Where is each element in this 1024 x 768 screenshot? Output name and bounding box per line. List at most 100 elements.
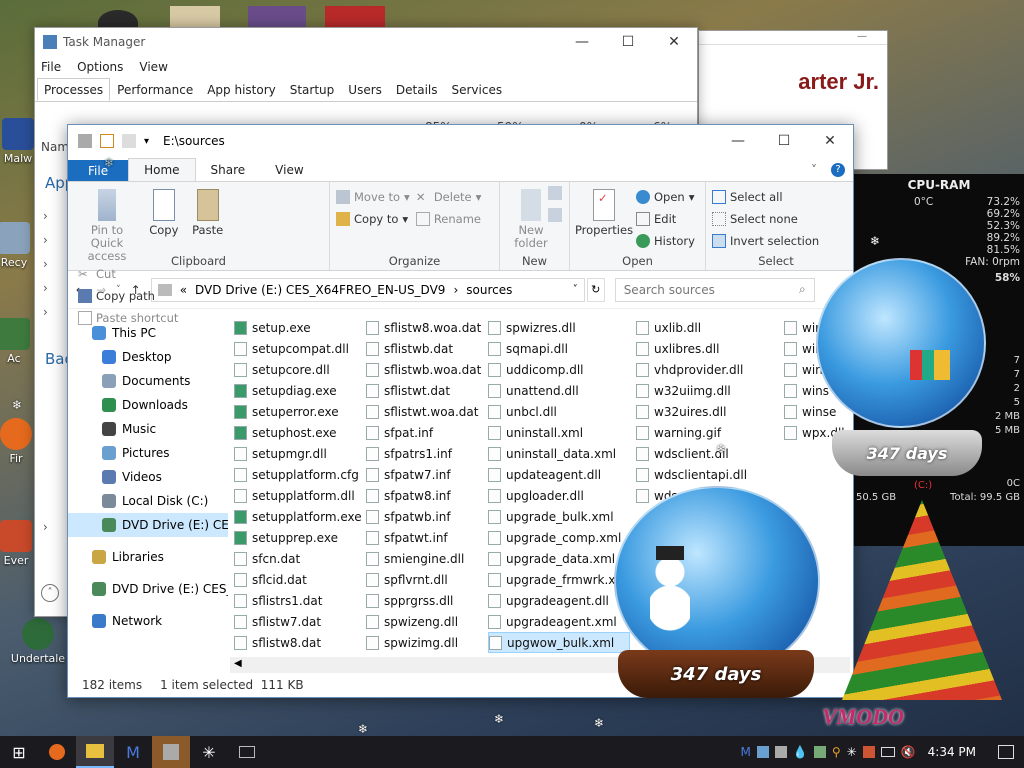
snowflake-icon[interactable]: ✳ (190, 736, 228, 768)
explorer-titlebar[interactable]: ▾ E:\sources — ☐ ✕ (68, 125, 853, 157)
file-item[interactable]: upgradeagent.dll (488, 590, 630, 611)
notifications-icon[interactable] (998, 745, 1014, 759)
menu-options[interactable]: Options (77, 60, 123, 74)
close-button[interactable]: ✕ (807, 125, 853, 157)
tab-home[interactable]: Home (128, 158, 196, 181)
nav-item-videos[interactable]: Videos (68, 465, 228, 489)
help-icon[interactable]: ? (823, 157, 853, 181)
expand-chevron-low[interactable]: › (43, 520, 48, 534)
file-item[interactable]: setupplatform.exe (234, 506, 362, 527)
menu-view[interactable]: View (139, 60, 167, 74)
file-item[interactable]: uddicomp.dll (488, 359, 630, 380)
gadget-app-icon[interactable] (152, 736, 190, 768)
file-item[interactable]: upgrade_frmwrk.xml (488, 569, 630, 590)
tray-app-icon[interactable] (813, 746, 826, 758)
search-tray-icon[interactable]: ⚲ (832, 745, 841, 759)
address-dropdown-icon[interactable]: ˅ (573, 284, 578, 295)
file-item[interactable]: upgrade_comp.xml (488, 527, 630, 548)
tab-app-history[interactable]: App history (200, 78, 283, 101)
history-button[interactable]: History (636, 230, 695, 252)
file-item[interactable]: sfpatw8.inf (366, 485, 481, 506)
file-item[interactable]: uninstall_data.xml (488, 443, 630, 464)
fewer-details-icon[interactable]: ˄ (41, 584, 59, 602)
move-to-button[interactable]: Move to ▾ (336, 186, 410, 208)
file-item[interactable]: upgrade_bulk.xml (488, 506, 630, 527)
file-item[interactable]: sflistw8.dat (234, 632, 362, 653)
tab-details[interactable]: Details (389, 78, 445, 101)
file-item[interactable]: sflistwt.woa.dat (366, 401, 481, 422)
windows-start-icon[interactable]: ⊞ (0, 736, 38, 768)
file-item[interactable]: smiengine.dll (366, 548, 481, 569)
bg-window-minimize[interactable]: — (699, 31, 887, 45)
select-all-button[interactable]: Select all (712, 186, 840, 208)
file-item[interactable]: sfpat.inf (366, 422, 481, 443)
tray-app-icon[interactable] (756, 746, 769, 758)
qa-dropdown-icon[interactable]: ▾ (144, 136, 149, 147)
breadcrumb-sources[interactable]: sources (466, 283, 512, 297)
tray-app-icon[interactable] (862, 746, 875, 758)
close-button[interactable]: ✕ (651, 28, 697, 56)
file-item[interactable]: sflistw8.woa.dat (366, 317, 481, 338)
tab-processes[interactable]: Processes (37, 78, 111, 101)
copy-button[interactable]: Copy (144, 186, 184, 237)
breadcrumb-drive[interactable]: DVD Drive (E:) CES_X64FREO_EN-US_DV9 (195, 283, 445, 297)
file-item[interactable]: sflcid.dat (234, 569, 362, 590)
nav-item-music[interactable]: Music (68, 417, 228, 441)
tab-share[interactable]: Share (196, 159, 261, 181)
file-item[interactable]: sfpatw7.inf (366, 464, 481, 485)
file-item[interactable]: setuperror.exe (234, 401, 362, 422)
copy-path-button[interactable]: Copy path (78, 285, 178, 307)
file-item[interactable]: winse (784, 401, 845, 422)
desktop-icon-undertale[interactable]: Undertale (8, 618, 68, 665)
file-item[interactable]: uninstall.xml (488, 422, 630, 443)
menu-file[interactable]: File (41, 60, 61, 74)
file-explorer-icon[interactable] (76, 736, 114, 768)
nav-item-pictures[interactable]: Pictures (68, 441, 228, 465)
nav-item-dvd-drive-e-ces-x6[interactable]: DVD Drive (E:) CES_X6 (68, 577, 228, 601)
open-button[interactable]: Open ▾ (636, 186, 695, 208)
file-item[interactable]: setupmgr.dll (234, 443, 362, 464)
new-folder-qa-icon[interactable] (122, 134, 136, 148)
file-item[interactable]: setupcore.dll (234, 359, 362, 380)
top-app-icon-4[interactable] (325, 6, 385, 28)
firefox-icon[interactable] (38, 736, 76, 768)
paste-button[interactable]: Paste (188, 186, 228, 237)
file-item[interactable]: upgwow_bulk.xml (488, 632, 631, 653)
minimize-button[interactable]: — (715, 125, 761, 157)
file-item[interactable]: sfcn.dat (234, 548, 362, 569)
delete-button[interactable]: ✕ Delete ▾ (416, 186, 482, 208)
file-item[interactable]: sflistrs1.dat (234, 590, 362, 611)
easy-access-icon[interactable] (548, 208, 562, 222)
new-item-icon[interactable] (548, 186, 562, 200)
search-box[interactable]: Search sources ⌕ (614, 277, 815, 302)
rename-button[interactable]: Rename (415, 208, 482, 230)
properties-qa-icon[interactable] (100, 134, 114, 148)
maximize-button[interactable]: ☐ (605, 28, 651, 56)
pin-quick-access-button[interactable]: Pin to Quick access (74, 186, 140, 263)
file-item[interactable]: updateagent.dll (488, 464, 630, 485)
file-item[interactable]: sfpatrs1.inf (366, 443, 481, 464)
minimize-button[interactable]: — (559, 28, 605, 56)
task-manager-titlebar[interactable]: Task Manager — ☐ ✕ (35, 28, 697, 56)
file-item[interactable]: spflvrnt.dll (366, 569, 481, 590)
file-item[interactable]: spprgrss.dll (366, 590, 481, 611)
file-item[interactable]: wdsclientapi.dll (636, 464, 747, 485)
search-input[interactable]: Search sources (624, 283, 715, 297)
top-app-icon-3[interactable] (248, 6, 306, 28)
properties-button[interactable]: ✓ Properties (575, 186, 633, 252)
file-item[interactable]: uxlibres.dll (636, 338, 747, 359)
file-item[interactable]: setupplatform.cfg (234, 464, 362, 485)
file-item[interactable]: upgloader.dll (488, 485, 630, 506)
file-item[interactable]: sflistwb.woa.dat (366, 359, 481, 380)
file-item[interactable]: sqmapi.dll (488, 338, 630, 359)
invert-selection-button[interactable]: Invert selection (712, 230, 840, 252)
file-item[interactable]: setupplatform.dll (234, 485, 362, 506)
tab-startup[interactable]: Startup (283, 78, 342, 101)
tab-performance[interactable]: Performance (110, 78, 200, 101)
file-item[interactable]: sflistwt.dat (366, 380, 481, 401)
scroll-left-icon[interactable]: ◀ (234, 658, 242, 669)
select-none-button[interactable]: Select none (712, 208, 840, 230)
clock[interactable]: 4:34 PM (928, 745, 976, 759)
top-app-icon-2[interactable] (170, 6, 220, 28)
nav-item-downloads[interactable]: Downloads (68, 393, 228, 417)
